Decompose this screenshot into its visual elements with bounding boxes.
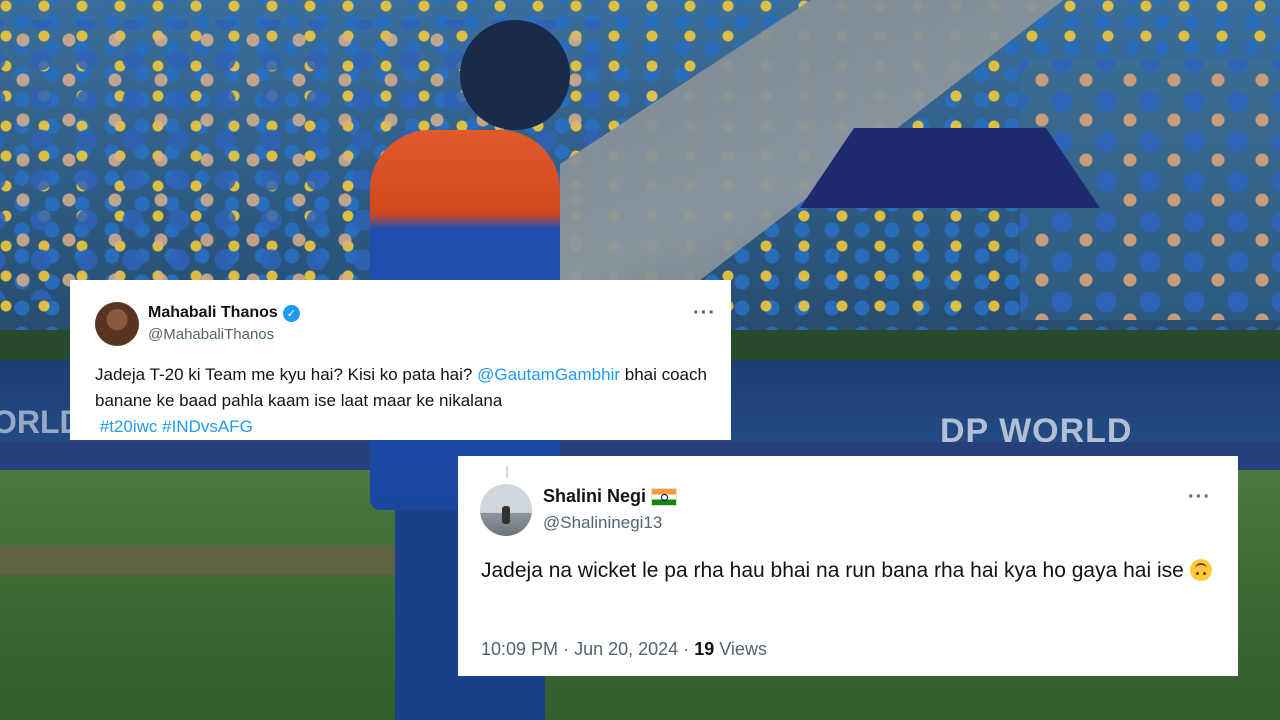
avatar[interactable] (95, 302, 139, 346)
thread-connector (506, 466, 508, 478)
author-name-row: Shalini Negi (543, 486, 678, 507)
tweet-card-2[interactable]: Shalini Negi @Shalininegi13 ··· Jadeja n… (458, 456, 1238, 676)
tweet-text-part: Jadeja T-20 ki Team me kyu hai? Kisi ko … (95, 365, 478, 384)
views-count: 19 (694, 639, 715, 659)
player-helmet (460, 20, 570, 130)
meta-separator: · (563, 639, 570, 659)
tweet-time[interactable]: 10:09 PM (481, 639, 558, 659)
tweet-date[interactable]: Jun 20, 2024 (574, 639, 678, 659)
display-name[interactable]: Shalini Negi (543, 486, 646, 507)
avatar-figure (502, 506, 510, 524)
tweet-metadata: 10:09 PM · Jun 20, 2024 · 19 Views (481, 639, 767, 660)
display-name[interactable]: Mahabali Thanos (148, 304, 278, 322)
verified-badge-icon: ✓ (282, 304, 300, 322)
user-handle[interactable]: @Shalininegi13 (543, 513, 662, 533)
hashtag-link[interactable]: #INDvsAFG (162, 417, 253, 436)
more-options-icon[interactable]: ··· (1188, 487, 1211, 507)
tweet-text: Jadeja na wicket le pa rha hau bhai na r… (481, 555, 1221, 587)
more-options-icon[interactable]: ··· (693, 303, 716, 323)
avatar[interactable] (480, 484, 532, 536)
hashtag-link[interactable]: #t20iwc (100, 417, 158, 436)
tweet-text: Jadeja T-20 ki Team me kyu hai? Kisi ko … (95, 362, 725, 440)
views-label: Views (719, 639, 767, 659)
tweet-text-part: Jadeja na wicket le pa rha hau bhai na r… (481, 559, 1184, 582)
user-handle[interactable]: @MahabaliThanos (148, 326, 274, 343)
meta-separator: · (683, 639, 690, 659)
mention-link[interactable]: @GautamGambhir (477, 365, 620, 384)
author-name-row: Mahabali Thanos ✓ (148, 304, 300, 322)
upside-down-face-icon (1189, 559, 1212, 581)
tweet-card-1[interactable]: Mahabali Thanos ✓ @MahabaliThanos ··· Ja… (70, 280, 731, 440)
india-flag-icon (651, 487, 678, 506)
